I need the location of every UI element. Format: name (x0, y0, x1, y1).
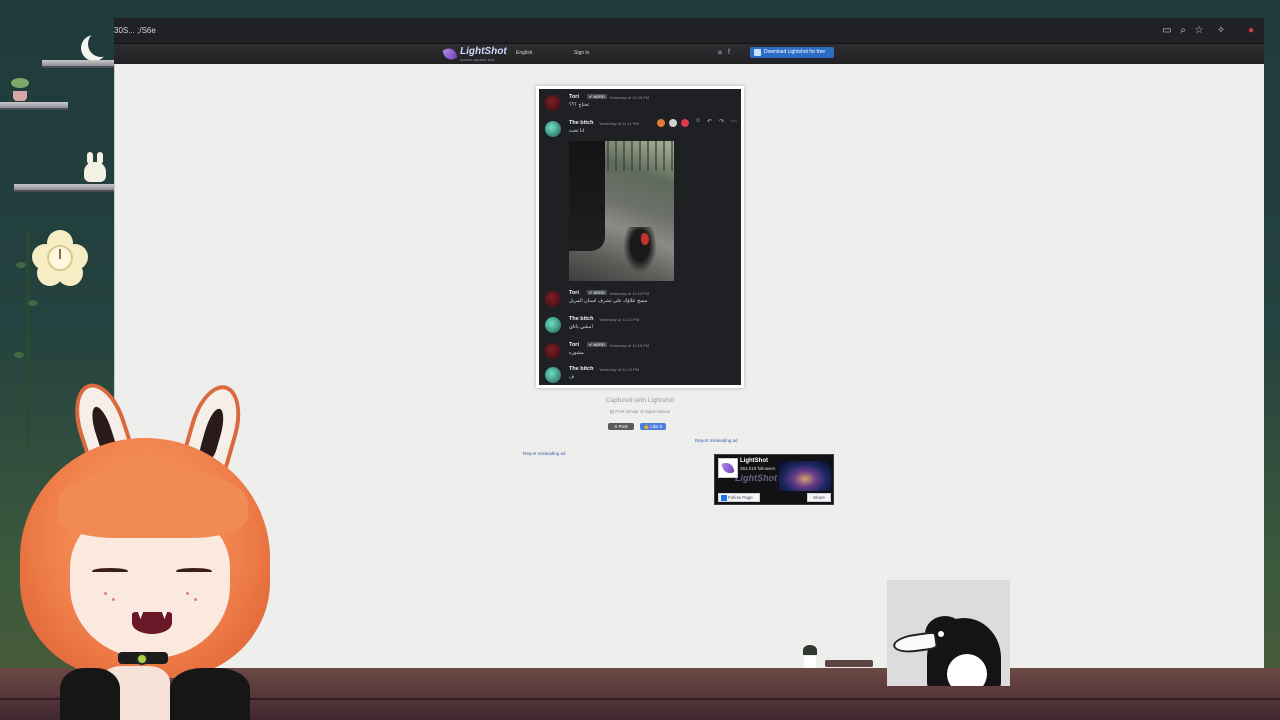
share-button[interactable]: Share (807, 493, 831, 502)
timestamp: Yesterday at 11:15 PM (609, 343, 650, 348)
avatar-eye (176, 568, 212, 574)
bookmark-star-icon[interactable]: ☆ (1192, 24, 1206, 38)
chat-message: The bitch Yesterday at 11:14 PM امشي بات… (543, 313, 737, 335)
brand-tagline: screen capture tool (460, 57, 495, 62)
avatar-bangs (58, 468, 248, 538)
vine-leaf (28, 300, 38, 306)
plant-pot (13, 91, 27, 101)
vine-leaf (16, 262, 26, 268)
profile-icon[interactable]: ● (1244, 24, 1258, 38)
facebook-icon[interactable]: f (728, 49, 730, 56)
penguin-eye (935, 628, 947, 640)
moon-decoration (88, 31, 114, 57)
twitter-icon[interactable]: ✕ (717, 49, 723, 57)
vtuber-avatar (0, 368, 290, 720)
avatar (545, 367, 561, 383)
x-post-button[interactable]: X Post (608, 423, 634, 430)
timestamp: Yesterday at 11:14 PM (599, 317, 640, 322)
penguin-belly (947, 654, 987, 686)
message-text: امشي باتاي (569, 324, 593, 330)
wall-shelf (0, 102, 68, 110)
avatar (545, 291, 561, 307)
avatar (545, 95, 561, 111)
language-selector[interactable]: English (516, 50, 532, 56)
captured-with-caption: Captured with Lightshot (605, 397, 675, 404)
vine-leaf (14, 352, 24, 358)
choker-gem (136, 653, 148, 665)
add-reaction-icon[interactable]: ☺ (695, 118, 701, 124)
avatar-top (170, 668, 250, 720)
discord-chat-screenshot: Tori ✔ NERD Yesterday at 11:05 PM تحتاج … (539, 89, 741, 385)
fb-watermark: LightShot (735, 473, 777, 483)
timestamp: Yesterday at 11:12 PM (609, 291, 650, 296)
image-links[interactable]: ▤ Print similar ⊘ report abuse (560, 409, 720, 415)
fb-page-name[interactable]: LightShot (740, 458, 768, 464)
chat-message: The bitch Yesterday at 11:20 PM ف (543, 363, 737, 385)
avatar-mouth (132, 612, 172, 634)
chat-message: Tori ✔ NERD Yesterday at 11:15 PM مشوره (543, 339, 737, 361)
avatar (545, 343, 561, 359)
download-lightshot-button[interactable]: Download Lightshot for free (750, 47, 834, 58)
user-badge: ✔ NERD (587, 94, 607, 99)
report-ad-link[interactable]: Report misleading ad (523, 451, 566, 456)
lightshot-logo[interactable]: LightShot screen capture tool (442, 46, 514, 62)
plant-decoration (11, 78, 29, 88)
cast-icon[interactable]: ▭ (1160, 24, 1174, 38)
avatar-eye (92, 568, 128, 574)
facebook-icon (721, 495, 727, 501)
forward-icon[interactable]: ↷ (719, 118, 724, 125)
user-badge: ✔ NERD (587, 290, 607, 295)
message-text: تحتاج ؟؟؟ (569, 102, 590, 108)
message-hover-actions: ☺ ↶ ↷ ⋯ (657, 117, 741, 129)
emoji-react-icon[interactable] (657, 119, 665, 127)
desk-item-decoration (825, 660, 873, 667)
message-text: انا ثحت (569, 128, 585, 134)
user-badge: ✔ NERD (587, 342, 607, 347)
timestamp: Yesterday at 11:05 PM (609, 95, 650, 100)
lightshot-header: LightShot screen capture tool English Si… (114, 44, 1264, 64)
heart-react-icon[interactable] (681, 119, 689, 127)
chat-message: Tori ✔ NERD Yesterday at 11:12 PM مسح عل… (543, 287, 737, 309)
sign-in-link[interactable]: Sign in (574, 50, 589, 56)
avatar-top (60, 668, 120, 720)
skull-react-icon[interactable] (669, 119, 677, 127)
timestamp: Yesterday at 11:11 PM (599, 121, 639, 126)
message-text: مسح علاؤك على تشرف اسنان المريل (569, 298, 648, 304)
extensions-icon[interactable]: ✧ (1214, 24, 1228, 38)
avatar (545, 317, 561, 333)
reply-icon[interactable]: ↶ (707, 118, 712, 125)
avatar (545, 121, 561, 137)
penguin-cam-overlay (887, 580, 1010, 686)
follow-page-button[interactable]: Follow Page (718, 493, 760, 502)
more-icon[interactable]: ⋯ (731, 118, 737, 125)
desk-plant-pot (804, 656, 816, 668)
facebook-page-widget[interactable]: LightShot 363,019 followers LightShot Fo… (714, 454, 834, 505)
zoom-icon[interactable]: ⌕ (1176, 24, 1190, 38)
galaxy-cover-image (779, 461, 831, 491)
report-ad-link[interactable]: Report misleading ad (695, 438, 738, 443)
download-icon (754, 49, 761, 56)
fb-followers-count: 363,019 followers (740, 466, 776, 471)
bunny-lamp-decoration (84, 152, 106, 182)
browser-toolbar: 30S... ;/S6e ▭ ⌕ ☆ ✧ ● (114, 18, 1264, 44)
facebook-like-button[interactable]: 👍 Like 0 (640, 423, 666, 430)
feather-icon (442, 46, 458, 62)
message-text: ف (569, 374, 575, 380)
browser-tab-title[interactable]: 30S... ;/S6e (114, 26, 156, 35)
chat-message: Tori ✔ NERD Yesterday at 11:05 PM تحتاج … (543, 91, 737, 113)
attached-photo[interactable] (569, 141, 674, 281)
screenshot-image[interactable]: Tori ✔ NERD Yesterday at 11:05 PM تحتاج … (536, 86, 744, 388)
flower-clock-decoration (32, 230, 88, 286)
timestamp: Yesterday at 11:20 PM (599, 367, 640, 372)
desk-plant-decoration (803, 645, 817, 655)
brand-name: LightShot (460, 46, 507, 57)
message-text: مشوره (569, 350, 584, 356)
